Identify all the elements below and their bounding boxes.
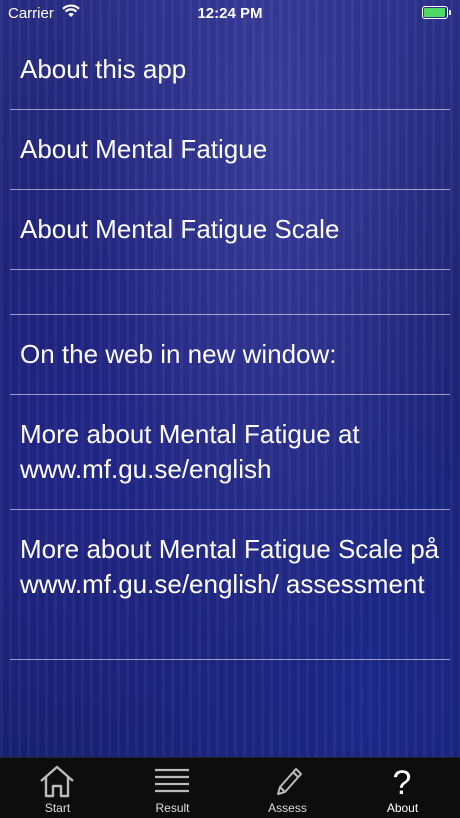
tab-assess-label: Assess [268,801,307,815]
about-this-app-row[interactable]: About this app [10,30,450,110]
svg-text:?: ? [393,764,412,798]
tab-about[interactable]: ? About [345,758,460,818]
battery-icon [422,6,451,19]
status-bar: Carrier 12:24 PM [0,0,460,26]
mental-fatigue-scale-web-link[interactable]: More about Mental Fatigue Scale på www.m… [10,510,450,660]
tab-assess[interactable]: Assess [230,758,345,818]
list-icon [155,768,189,793]
mental-fatigue-web-link-label: More about Mental Fatigue at www.mf.gu.s… [20,419,360,484]
about-menu: About this app About Mental Fatigue Abou… [0,30,460,660]
question-mark-icon: ? [393,764,412,798]
tab-result[interactable]: Result [115,758,230,818]
tab-about-label: About [386,801,419,815]
tab-start-label: Start [44,801,71,815]
about-mental-fatigue-scale-row[interactable]: About Mental Fatigue Scale [10,190,450,270]
mental-fatigue-web-link[interactable]: More about Mental Fatigue at www.mf.gu.s… [10,395,450,510]
tab-bar: Start Result Assess ? About [0,757,460,818]
web-section-header: On the web in new window: [10,315,450,395]
tab-start[interactable]: Start [0,758,115,818]
web-section-label: On the web in new window: [20,339,337,369]
tab-result-label: Result [155,801,190,815]
home-icon [40,765,74,798]
pencil-icon [277,768,302,795]
clock: 12:24 PM [197,5,263,22]
about-this-app-label: About this app [20,54,187,84]
spacer-row [10,270,450,315]
about-mental-fatigue-label: About Mental Fatigue [20,134,268,164]
about-mental-fatigue-scale-label: About Mental Fatigue Scale [20,214,340,244]
mental-fatigue-scale-web-link-label: More about Mental Fatigue Scale på www.m… [20,534,440,599]
about-mental-fatigue-row[interactable]: About Mental Fatigue [10,110,450,190]
